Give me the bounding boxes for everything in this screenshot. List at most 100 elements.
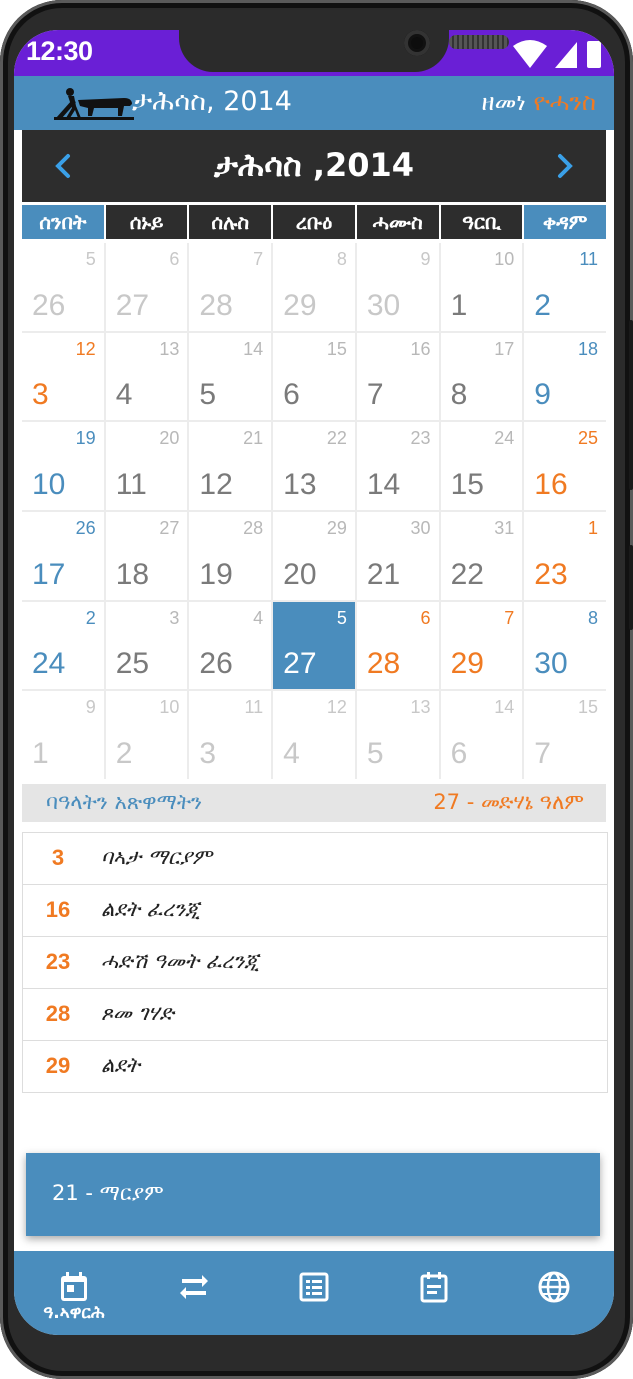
- calendar-day-cell[interactable]: 14 5: [189, 332, 272, 421]
- calendar-day-cell[interactable]: 27 18: [105, 511, 188, 600]
- gregorian-day: 2: [85, 607, 96, 628]
- saint-of-day-card[interactable]: 21 - ማርያም: [26, 1153, 600, 1236]
- calendar-day-cell[interactable]: 123: [524, 511, 606, 600]
- holiday-item[interactable]: 3 ባኣታ ማርያም: [23, 833, 607, 885]
- weekday-header: ሰንበት ሰኑይ ሰሉስ ረቡዕ ሓሙስ ዓርቢ ቀዳም: [22, 205, 606, 239]
- calendar-day-cell[interactable]: 7 29: [440, 601, 523, 690]
- holiday-name: ልደት: [101, 1053, 140, 1077]
- calendar-day-cell[interactable]: 30 21: [356, 511, 439, 600]
- calendar-day-cell[interactable]: 6 28: [356, 601, 439, 690]
- era-label: ዘመነ ዮሓንስ: [482, 88, 596, 116]
- calendar-day-cell[interactable]: 7 28: [189, 243, 272, 331]
- ethiopian-day: 6: [283, 378, 300, 412]
- calendar-day-cell[interactable]: 29 20: [273, 511, 355, 600]
- saint-of-day-text: 21 - ማርያም: [52, 1181, 164, 1205]
- gregorian-day: 3: [169, 607, 180, 628]
- gregorian-day: 15: [577, 697, 598, 718]
- calendar-day-cell[interactable]: 10 2: [105, 691, 188, 779]
- gregorian-day: 17: [494, 338, 515, 359]
- power-button: [629, 320, 633, 490]
- gregorian-day: 10: [494, 249, 515, 269]
- ethiopian-day: 11: [115, 467, 147, 501]
- calendar-day-cell[interactable]: 26 17: [22, 511, 104, 600]
- nav-convert[interactable]: [134, 1251, 254, 1335]
- ethiopian-day: 2: [534, 288, 551, 322]
- calendar-day-cell[interactable]: 17 8: [440, 332, 523, 421]
- calendar-day-cell[interactable]: 14 6: [440, 691, 523, 779]
- calendar-day-cell[interactable]: 28 19: [189, 511, 272, 600]
- calendar-day-cell[interactable]: 20 11: [105, 422, 188, 510]
- next-month-button[interactable]: [546, 148, 582, 184]
- calendar-day-cell[interactable]: 13 4: [105, 332, 188, 421]
- nav-notes[interactable]: [374, 1251, 494, 1335]
- holiday-item[interactable]: 28 ጾመ ገሃድ: [23, 989, 607, 1041]
- calendar-day-cell[interactable]: 21 12: [189, 422, 272, 510]
- calendar-day-cell[interactable]: 13 5: [356, 691, 439, 779]
- chevron-right-icon: [558, 154, 573, 178]
- gregorian-day: 9: [85, 697, 96, 718]
- wifi-icon: [513, 40, 547, 68]
- gregorian-day: 29: [326, 517, 347, 538]
- gregorian-day: 11: [244, 697, 264, 718]
- holiday-name: ልደት ፈረንጂ: [101, 897, 201, 921]
- ethiopian-day: 26: [199, 647, 233, 681]
- app-bar: ታሕሳስ, 2014 ዘመነ ዮሓንስ: [14, 76, 614, 130]
- gregorian-day: 4: [253, 607, 264, 628]
- ethiopian-day: 1: [450, 288, 468, 322]
- calendar-day-cell[interactable]: 25 16: [524, 422, 606, 510]
- calendar-day-cell[interactable]: 5 27: [273, 601, 355, 690]
- holiday-item[interactable]: 23 ሓድሽ ዓመት ፈረንጂ: [23, 937, 607, 989]
- calendar-day-cell[interactable]: 18 9: [524, 332, 606, 421]
- calendar-day-cell[interactable]: 16 7: [356, 332, 439, 421]
- calendar-day-cell[interactable]: 11 2: [524, 243, 606, 331]
- ethiopian-day: 20: [283, 557, 317, 591]
- volume-button: [629, 545, 633, 630]
- ethiopian-day: 19: [199, 557, 233, 591]
- calendar-day-cell[interactable]: 15 7: [524, 691, 606, 779]
- calendar-day-cell[interactable]: 4 26: [189, 601, 272, 690]
- gregorian-day: 23: [410, 428, 431, 449]
- calendar-day-cell[interactable]: 31 22: [440, 511, 523, 600]
- weekday-label: ረቡዕ: [273, 205, 355, 239]
- calendar-day-cell[interactable]: 8 29: [273, 243, 355, 331]
- calendar-day-cell[interactable]: 5 26: [22, 243, 104, 331]
- ethiopian-day: 1: [32, 736, 49, 770]
- camera-icon: [404, 30, 430, 56]
- status-time: 12:30: [26, 36, 93, 66]
- status-icons: [513, 40, 601, 68]
- calendar-day-cell[interactable]: 8 30: [524, 601, 606, 690]
- calendar-grid: 5 26 6 27 7 28 8 29 9 30 10 1 11 2 12 3 13 4 14 5 15 6 16 7 17 8 1…: [22, 243, 606, 779]
- calendar-day-cell[interactable]: 19 10: [22, 422, 104, 510]
- ethiopian-day: 12: [199, 467, 233, 501]
- ethiopian-day: 5: [199, 378, 217, 412]
- nav-globe[interactable]: [494, 1251, 614, 1335]
- calendar-day-cell[interactable]: 11 3: [189, 691, 272, 779]
- calendar-day-cell[interactable]: 123: [22, 332, 104, 421]
- holiday-day: 16: [45, 897, 71, 922]
- holiday-item[interactable]: 29 ልደት: [23, 1041, 607, 1092]
- calendar-day-cell[interactable]: 24 15: [440, 422, 523, 510]
- weekday-label: ዓርቢ: [440, 205, 523, 239]
- nav-list[interactable]: [254, 1251, 374, 1335]
- calendar-day-cell[interactable]: 6 27: [105, 243, 188, 331]
- calendar-day-cell[interactable]: 12 4: [273, 691, 355, 779]
- calendar-day-cell[interactable]: 22 13: [273, 422, 355, 510]
- calendar-day-cell[interactable]: 10 1: [440, 243, 523, 331]
- nav-calendar[interactable]: ዓ.ኣዋርሕ: [14, 1251, 134, 1335]
- ethiopian-day: 4: [115, 378, 133, 412]
- calendar-day-cell[interactable]: 9 30: [356, 243, 439, 331]
- convert-icon: [180, 1275, 208, 1299]
- holiday-item[interactable]: 16 ልደት ፈረንጂ: [23, 885, 607, 937]
- gregorian-day: 12: [326, 697, 347, 718]
- calendar-day-cell[interactable]: 91: [22, 691, 104, 779]
- calendar-day-cell[interactable]: 23 14: [356, 422, 439, 510]
- gregorian-day: 22: [326, 428, 347, 449]
- calendar-day-cell[interactable]: 15 6: [273, 332, 355, 421]
- calendar-day-cell[interactable]: 3 25: [105, 601, 188, 690]
- holiday-name: ሓድሽ ዓመት ፈረንጂ: [101, 949, 260, 973]
- weekday-label: ሓሙስ: [356, 205, 439, 239]
- calendar-day-cell[interactable]: 2 24: [22, 601, 104, 690]
- gregorian-day: 14: [243, 338, 264, 359]
- gregorian-day: 7: [253, 249, 264, 269]
- gregorian-day: 7: [504, 607, 515, 628]
